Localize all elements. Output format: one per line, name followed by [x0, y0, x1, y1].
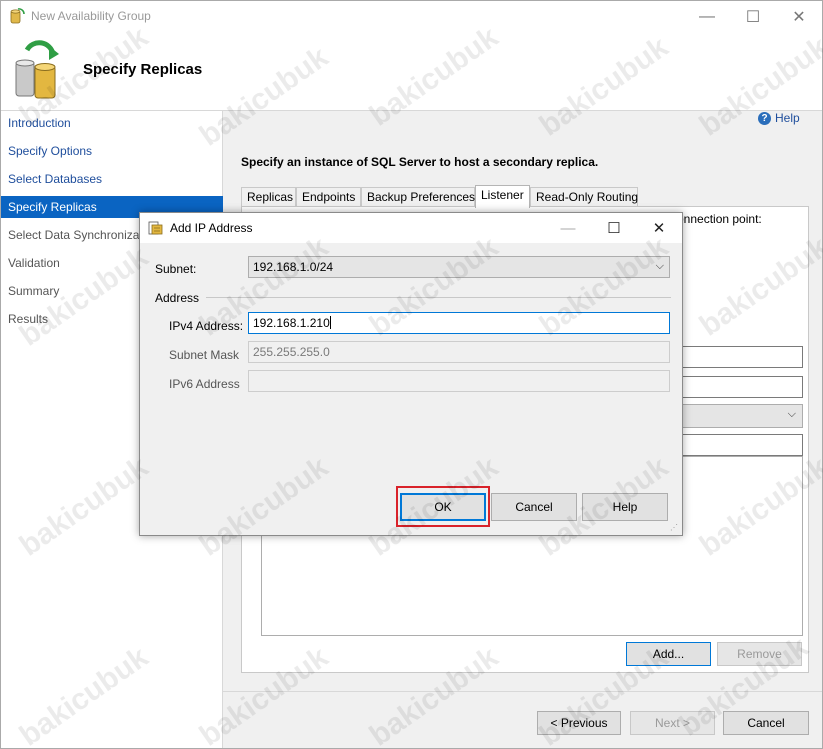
help-link[interactable]: ? Help [758, 111, 800, 125]
database-icon [10, 8, 25, 24]
dialog-cancel-button[interactable]: Cancel [491, 493, 577, 521]
previous-button[interactable]: < Previous [537, 711, 621, 735]
listener-grid-header [677, 434, 803, 456]
maximize-icon: ☐ [607, 220, 621, 237]
ipv4-address-label: IPv4 Address: [169, 319, 244, 333]
subnet-label: Subnet: [155, 262, 197, 276]
close-icon: ✕ [792, 8, 806, 26]
window-title: New Availability Group [31, 9, 151, 23]
tab-listener[interactable]: Listener [475, 185, 530, 208]
instruction-text: Specify an instance of SQL Server to hos… [241, 155, 599, 169]
subnet-value: 192.168.1.0/24 [253, 260, 334, 274]
listener-option-label: onnection point: [677, 212, 762, 226]
address-group-label: Address [155, 291, 200, 305]
sidebar-item-specify-options[interactable]: Specify Options [1, 140, 223, 162]
add-ip-address-dialog: Add IP Address — ☐ ✕ Subnet: 192.168.1.0… [139, 212, 683, 536]
remove-ip-button: Remove [717, 642, 802, 666]
subnet-mask-input: 255.255.255.0 [248, 341, 670, 363]
help-icon: ? [758, 111, 771, 125]
add-ip-button[interactable]: Add... [626, 642, 711, 666]
listener-dns-name-field[interactable] [677, 346, 803, 368]
page-title: Specify Replicas [83, 61, 203, 78]
ipv6-address-input [248, 370, 670, 392]
chevron-down-icon: ⌵ [655, 260, 664, 272]
maximize-icon: ☐ [745, 8, 761, 26]
next-button: Next > [630, 711, 715, 735]
text-caret [329, 316, 331, 329]
main-titlebar: New Availability Group — ☐ ✕ [1, 1, 822, 32]
help-label: Help [775, 111, 800, 125]
listener-port-field[interactable] [677, 376, 803, 398]
dialog-titlebar: Add IP Address — ☐ ✕ [140, 213, 682, 243]
wizard-header: Specify Replicas [1, 32, 822, 111]
tab-endpoints[interactable]: Endpoints [296, 187, 361, 207]
footer-divider [223, 691, 822, 692]
minimize-button[interactable]: — [684, 1, 730, 32]
availability-group-icon [15, 40, 59, 99]
cancel-button[interactable]: Cancel [723, 711, 809, 735]
minimize-icon: — [699, 7, 715, 25]
dialog-title: Add IP Address [170, 221, 253, 235]
tab-replicas[interactable]: Replicas [241, 187, 296, 207]
subnet-select[interactable]: 192.168.1.0/24 ⌵ [248, 256, 670, 278]
dialog-maximize-button[interactable]: ☐ [591, 213, 637, 243]
close-button[interactable]: ✕ [776, 1, 822, 32]
subnet-mask-label: Subnet Mask [169, 348, 240, 362]
tab-read-only-routing[interactable]: Read-Only Routing [530, 187, 638, 207]
resize-grip-icon[interactable]: ⋰ [670, 523, 680, 533]
ipv4-address-value: 192.168.1.210 [253, 316, 330, 330]
dialog-help-button[interactable]: Help [582, 493, 668, 521]
highlight-box [396, 486, 490, 527]
dialog-close-button[interactable]: ✕ [636, 213, 682, 243]
ipv6-address-label: IPv6 Address [169, 377, 240, 391]
close-icon: ✕ [652, 220, 666, 237]
dialog-minimize-button: — [545, 213, 591, 243]
network-mode-select[interactable]: ⌵ [677, 404, 803, 428]
maximize-button[interactable]: ☐ [730, 1, 776, 32]
sidebar-item-introduction[interactable]: Introduction [1, 112, 223, 134]
tab-backup-preferences[interactable]: Backup Preferences [361, 187, 475, 207]
ipv4-address-input[interactable]: 192.168.1.210 [248, 312, 670, 334]
add-ip-icon [148, 221, 163, 235]
minimize-icon: — [560, 219, 576, 237]
chevron-down-icon: ⌵ [787, 408, 796, 420]
sidebar-item-select-databases[interactable]: Select Databases [1, 168, 223, 190]
address-group-divider [206, 297, 671, 298]
